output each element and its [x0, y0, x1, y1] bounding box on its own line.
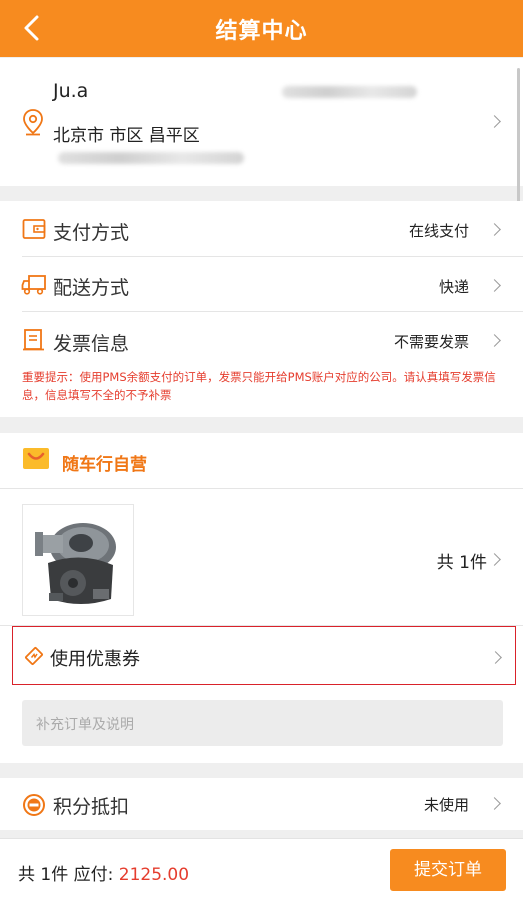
product-thumbnail[interactable]: [22, 504, 134, 616]
total-label: 共 1件 应付:: [18, 865, 119, 885]
payment-method-label: 支付方式: [53, 222, 130, 244]
order-remark-input[interactable]: 补充订单及说明: [22, 700, 503, 746]
top-nav-bar: 结算中心: [0, 0, 523, 57]
delivery-truck-icon: [21, 274, 47, 300]
chevron-right-icon: [488, 797, 501, 810]
order-remark-placeholder: 补充订单及说明: [36, 717, 134, 733]
chevron-right-icon: [488, 115, 501, 128]
coupon-tag-icon: [23, 645, 45, 671]
use-coupon-label: 使用优惠券: [50, 649, 140, 670]
chevron-right-icon: [488, 279, 501, 292]
divider: [22, 256, 523, 257]
submit-order-button[interactable]: 提交订单: [390, 849, 506, 891]
chevron-right-icon: [488, 223, 501, 236]
scrollbar[interactable]: [517, 68, 520, 208]
invoice-notice: 重要提示：使用PMS余额支付的订单，发票只能开给PMS账户对应的公司。请认真填写…: [22, 370, 496, 402]
order-total: 共 1件 应付: 2125.00: [18, 860, 189, 885]
points-deduction-label: 积分抵扣: [53, 796, 130, 818]
points-section[interactable]: 积分抵扣 未使用: [0, 778, 523, 830]
total-price: 2125.00: [118, 865, 190, 885]
use-coupon-row[interactable]: 使用优惠券: [12, 626, 516, 685]
turbocharger-image: [35, 523, 116, 604]
chevron-right-icon: [488, 334, 501, 347]
page-title: 结算中心: [215, 19, 308, 44]
store-name: 随车行自营: [62, 455, 147, 475]
divider: [22, 311, 523, 312]
points-deduction-value[interactable]: 未使用: [424, 794, 469, 815]
invoice-label: 发票信息: [53, 333, 130, 355]
chevron-right-icon: [489, 651, 502, 664]
recipient-name: Ju.a: [53, 80, 89, 102]
redacted-phone: [282, 86, 417, 98]
invoice-icon: [22, 328, 46, 356]
points-365-icon: [22, 793, 46, 821]
delivery-method-value[interactable]: 快递: [439, 276, 469, 297]
delivery-method-label: 配送方式: [53, 277, 130, 299]
invoice-value[interactable]: 不需要发票: [394, 331, 469, 352]
chevron-right-icon: [488, 553, 501, 566]
location-pin-icon: [22, 108, 44, 140]
payment-method-value[interactable]: 在线支付: [409, 220, 469, 241]
divider: [0, 488, 523, 489]
address-region: 北京市 市区 昌平区: [53, 126, 200, 146]
redacted-street-address: [58, 152, 244, 164]
store-bag-icon: [22, 445, 50, 475]
checkout-bar: 共 1件 应付: 2125.00 提交订单: [0, 838, 523, 901]
shipping-address-card[interactable]: Ju.a 北京市 市区 昌平区: [0, 58, 523, 186]
goods-count[interactable]: 共 1件: [437, 548, 487, 573]
wallet-icon: [22, 218, 46, 244]
